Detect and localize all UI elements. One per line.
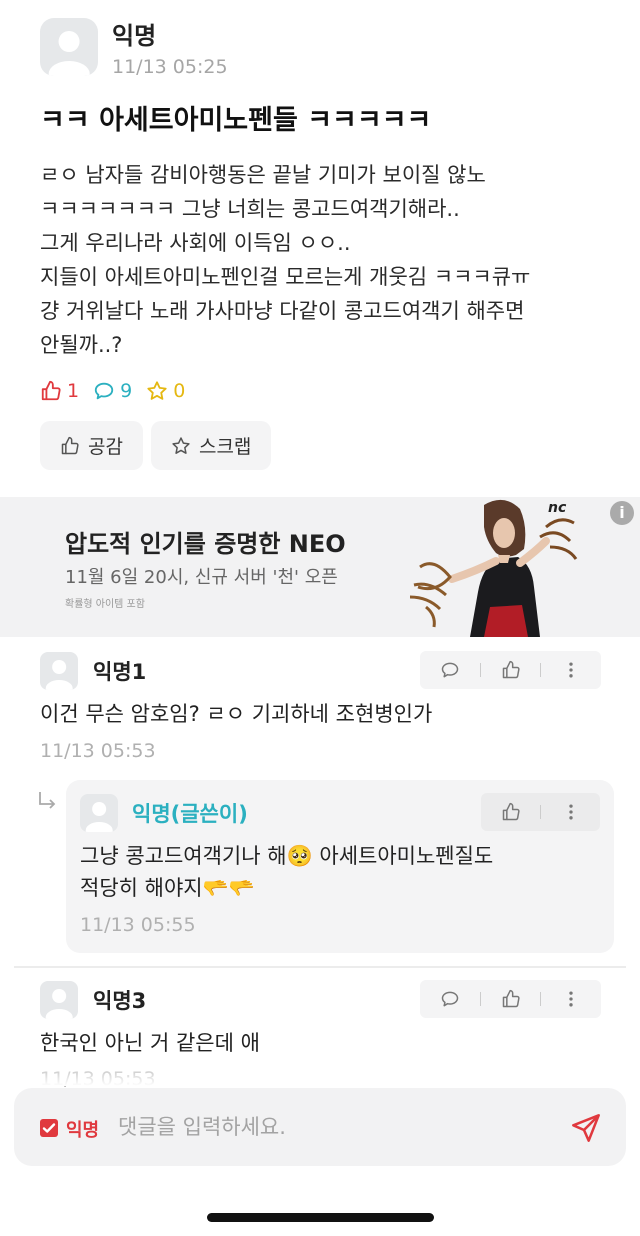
reply-arrow-icon bbox=[39, 792, 56, 809]
ad-brand-logo: nc bbox=[548, 500, 567, 516]
ad-note: 확률형 아이템 포함 bbox=[65, 599, 145, 610]
comment-like-button[interactable] bbox=[481, 651, 541, 689]
comment-timestamp: 11/13 05:53 bbox=[40, 740, 156, 762]
post-actions: 공감 스크랩 bbox=[40, 421, 272, 470]
speech-bubble-icon bbox=[441, 662, 459, 678]
more-options-button[interactable] bbox=[541, 651, 601, 689]
post-body: ㄹㅇ 남자들 감비아행동은 끝날 기미가 보이질 않노 ㅋㅋㅋㅋㅋㅋㅋ 그냥 너… bbox=[40, 158, 600, 362]
scrap-button-label: 스크랩 bbox=[198, 436, 252, 458]
post-body-line: 걍 거위날다 노래 가사마냥 다같이 콩고드여객기 해주면 bbox=[40, 299, 525, 323]
comment-input-bar: 익명 bbox=[14, 1088, 626, 1166]
thumbs-up-icon bbox=[502, 802, 520, 821]
more-options-button[interactable] bbox=[541, 793, 600, 831]
post-body-line: 지들이 아세트아미노펜인걸 모르는게 개웃김 ㅋㅋㅋ큐ㅠ bbox=[40, 265, 531, 289]
thumbs-up-icon bbox=[502, 989, 520, 1008]
ad-banner[interactable]: 압도적 인기를 증명한 NEO 11월 6일 20시, 신규 서버 '천' 오픈… bbox=[0, 497, 640, 637]
star-icon bbox=[147, 381, 167, 400]
post-body-line: ㄹㅇ 남자들 감비아행동은 끝날 기미가 보이질 않노 bbox=[40, 163, 486, 187]
post-stats: 1 9 0 bbox=[40, 380, 185, 402]
comment-timestamp: 11/13 05:55 bbox=[80, 914, 196, 936]
ad-info-icon[interactable]: i bbox=[610, 501, 634, 525]
more-vertical-icon bbox=[569, 662, 573, 678]
post-timestamp: 11/13 05:25 bbox=[112, 56, 228, 78]
comment-divider bbox=[14, 966, 626, 968]
comment-input[interactable] bbox=[118, 1106, 558, 1148]
post-body-line: 안될까..? bbox=[40, 333, 123, 357]
ad-title: 압도적 인기를 증명한 NEO bbox=[65, 530, 346, 558]
ad-character-image bbox=[409, 499, 578, 637]
post-title: ㅋㅋ 아세트아미노펜들 ㅋㅋㅋㅋㅋ bbox=[40, 105, 432, 136]
thumbs-up-icon bbox=[41, 380, 61, 401]
comment-author: 익명3 bbox=[93, 989, 147, 1013]
speech-bubble-icon bbox=[441, 991, 459, 1007]
send-icon bbox=[572, 1114, 600, 1142]
post-body-line: ㅋㅋㅋㅋㅋㅋㅋ 그냥 너희는 콩고드여객기해라.. bbox=[40, 197, 460, 221]
comment-author: 익명1 bbox=[93, 660, 147, 684]
comment-like-button[interactable] bbox=[481, 793, 540, 831]
comment-like-button[interactable] bbox=[481, 980, 541, 1018]
comment-text: 이건 무슨 암호임? ㄹㅇ 기괴하네 조현병인가 bbox=[40, 702, 433, 726]
comment-avatar bbox=[40, 652, 78, 690]
comment-text: 그냥 콩고드여객기나 해🥺 아세트아미노펜질도 bbox=[80, 844, 494, 868]
reply-button[interactable] bbox=[420, 980, 480, 1018]
scroll-fade bbox=[0, 1064, 640, 1086]
star-icon bbox=[172, 436, 190, 454]
reply-button[interactable] bbox=[420, 651, 480, 689]
ad-subtitle: 11월 6일 20시, 신규 서버 '천' 오픈 bbox=[65, 567, 338, 588]
send-button[interactable] bbox=[566, 1108, 606, 1148]
comment-avatar bbox=[80, 794, 118, 832]
scrap-count: 0 bbox=[146, 380, 185, 402]
anonymous-checkbox[interactable] bbox=[40, 1119, 58, 1137]
reply-comment: 익명(글쓴이) 그냥 콩고드여객기나 해🥺 아세트아미노펜질도 적당히 해야지🫳… bbox=[66, 780, 614, 953]
anonymous-label[interactable]: 익명 bbox=[66, 1116, 99, 1142]
comment-toolbar bbox=[420, 651, 601, 689]
comment-author-writer: 익명(글쓴이) bbox=[132, 802, 248, 826]
speech-bubble-icon bbox=[94, 382, 114, 400]
comment-toolbar bbox=[481, 793, 600, 831]
comment-avatar bbox=[40, 981, 78, 1019]
checkmark-icon bbox=[42, 1123, 56, 1133]
post-author: 익명 bbox=[112, 22, 157, 50]
like-count: 1 bbox=[40, 380, 79, 402]
more-vertical-icon bbox=[568, 804, 573, 820]
like-button-label: 공감 bbox=[88, 436, 123, 458]
thumbs-up-icon bbox=[61, 436, 79, 454]
more-vertical-icon bbox=[569, 991, 573, 1007]
comment-text: 적당히 해야지🫳🫳 bbox=[80, 876, 255, 900]
comment-text: 한국인 아닌 거 같은데 애 bbox=[40, 1031, 260, 1055]
author-avatar bbox=[40, 18, 98, 76]
scrap-button[interactable]: 스크랩 bbox=[150, 421, 272, 470]
post-body-line: 그게 우리나라 사회에 이득임 ㅇㅇ.. bbox=[40, 231, 351, 255]
comment-count: 9 bbox=[93, 380, 132, 402]
like-button[interactable]: 공감 bbox=[40, 421, 143, 470]
comment-toolbar bbox=[420, 980, 601, 1018]
home-indicator bbox=[207, 1213, 434, 1222]
more-options-button[interactable] bbox=[541, 980, 601, 1018]
thumbs-up-icon bbox=[502, 660, 520, 679]
